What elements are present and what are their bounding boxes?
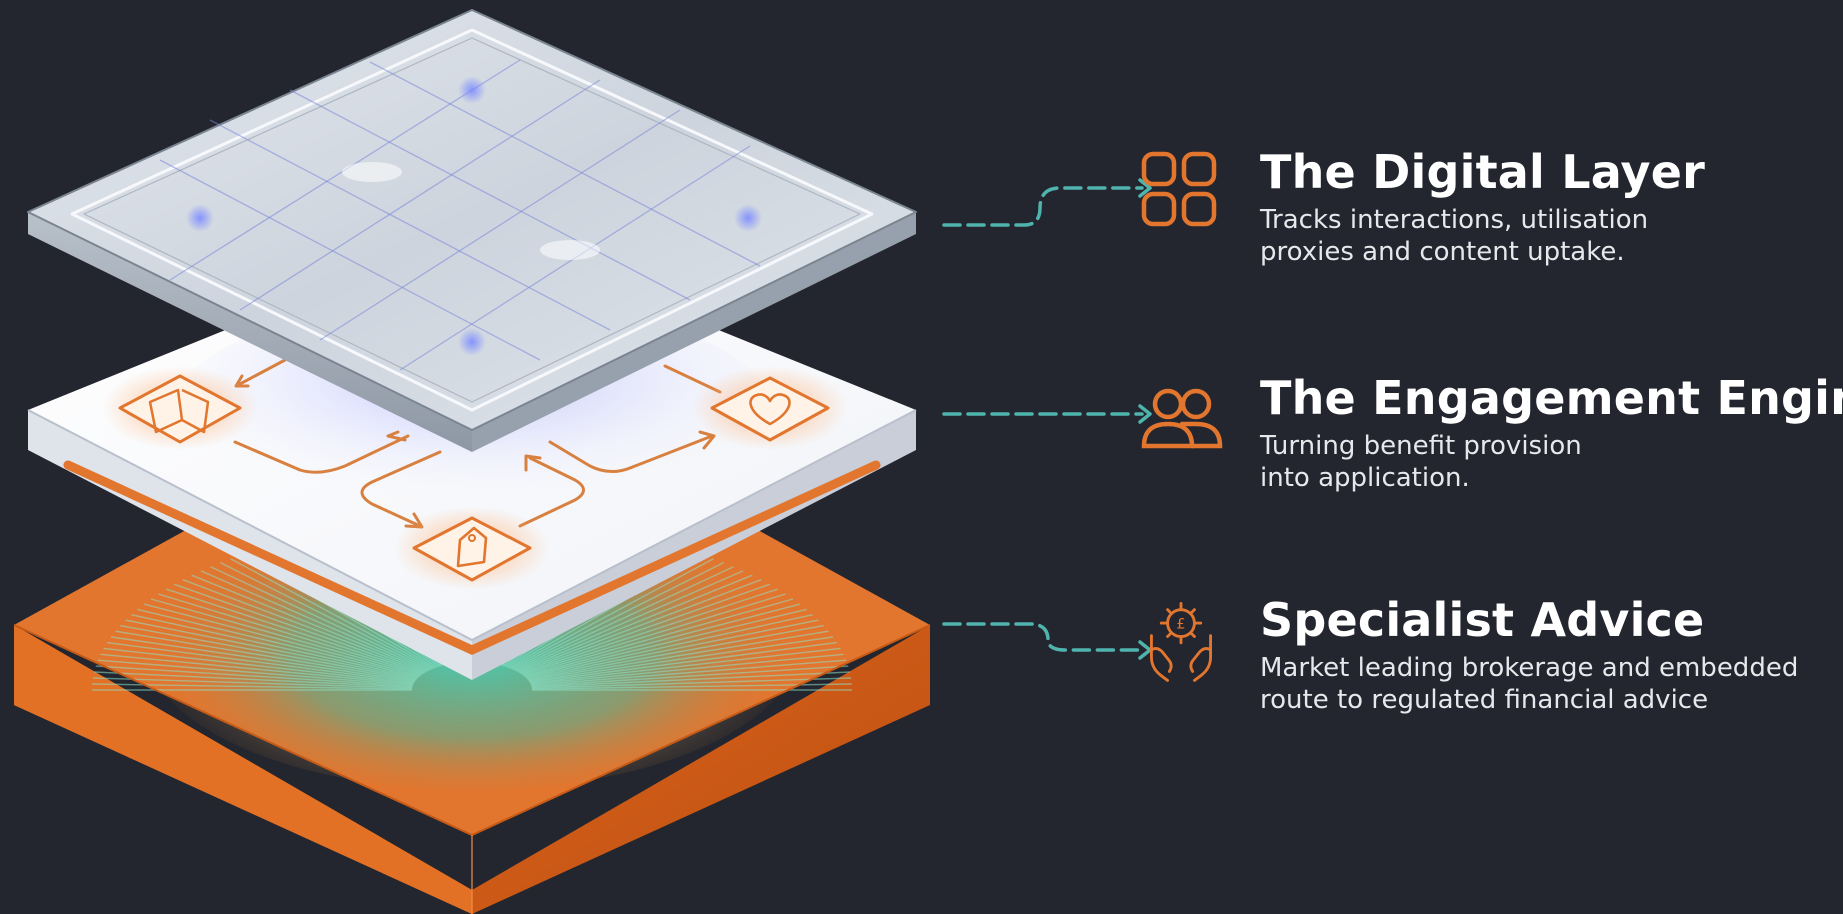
- tag-tile-icon: [394, 506, 550, 590]
- digital-layer-info: The Digital Layer Tracks interactions, u…: [1141, 145, 1840, 269]
- engagement-engine-description-line-2: into application.: [1260, 463, 1470, 494]
- specialist-advice-info: £ Specialist Advice Market leading broke…: [1150, 593, 1840, 717]
- specialist-advice-description-line-2: route to regulated financial advice: [1260, 685, 1709, 716]
- specialist-advice-description: Market leading brokerage and embedded ro…: [1260, 652, 1820, 717]
- engagement-engine-title: The Engagement Engine: [1260, 371, 1843, 425]
- engagement-engine-info: The Engagement Engine Turning benefit pr…: [1141, 371, 1843, 495]
- engagement-engine-description: Turning benefit provision into applicati…: [1260, 430, 1820, 495]
- layer-stack-illustration: [13, 9, 931, 914]
- heart-tile-icon: [692, 366, 848, 450]
- hands-pound-gear-icon: £: [1150, 601, 1212, 682]
- digital-layer-description-line-2: proxies and content uptake.: [1260, 237, 1625, 268]
- book-tile-icon: [102, 366, 258, 450]
- digital-layer-title: The Digital Layer: [1260, 145, 1706, 199]
- connector-digital-layer: [942, 186, 1144, 227]
- digital-layer-description: Tracks interactions, utilisation proxies…: [1260, 204, 1820, 269]
- specialist-advice-title: Specialist Advice: [1260, 593, 1705, 647]
- specialist-advice-description-line-1: Market leading brokerage and embedded: [1260, 652, 1799, 683]
- grid-icon: [1141, 151, 1217, 227]
- users-icon: [1141, 388, 1223, 449]
- digital-layer-description-line-1: Tracks interactions, utilisation: [1260, 204, 1649, 235]
- engagement-engine-description-line-1: Turning benefit provision: [1260, 430, 1582, 461]
- connector-specialist-advice: [942, 622, 1144, 652]
- connector-lines: [942, 178, 1152, 660]
- layered-architecture-diagram: The Digital Layer Tracks interactions, u…: [0, 0, 1843, 914]
- svg-text:£: £: [1176, 616, 1185, 632]
